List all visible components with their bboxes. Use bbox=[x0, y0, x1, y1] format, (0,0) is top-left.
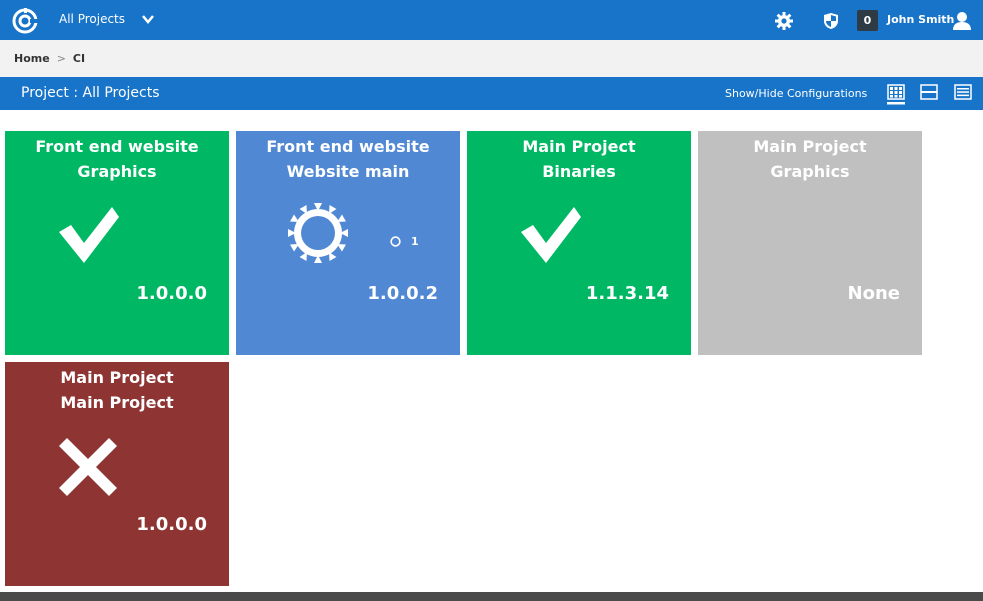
running-gear-icon bbox=[390, 236, 401, 247]
tile-title: Main Project bbox=[60, 368, 174, 387]
building-gear-icon bbox=[288, 203, 348, 263]
tile-version: 1.0.0.0 bbox=[136, 283, 207, 304]
tile-subtitle: Website main bbox=[286, 162, 410, 181]
grid-view-icon[interactable] bbox=[887, 83, 905, 105]
tile-subtitle: Graphics bbox=[770, 162, 850, 181]
row-view-icon[interactable] bbox=[920, 83, 938, 105]
tile-title: Main Project bbox=[522, 137, 636, 156]
username-label[interactable]: John Smith bbox=[887, 13, 954, 26]
notification-count-badge[interactable]: 0 bbox=[857, 10, 878, 31]
breadcrumb-separator: > bbox=[56, 52, 66, 65]
list-view-icon[interactable] bbox=[954, 83, 972, 105]
tile-version: 1.0.0.0 bbox=[136, 514, 207, 535]
tile-subtitle: Graphics bbox=[77, 162, 157, 181]
footer-bar bbox=[0, 592, 983, 601]
logo-icon[interactable] bbox=[11, 8, 39, 34]
chevron-down-icon bbox=[142, 15, 154, 24]
tile-title: Main Project bbox=[753, 137, 867, 156]
checkmark-icon bbox=[59, 207, 119, 263]
cross-icon bbox=[59, 438, 117, 496]
shield-icon[interactable] bbox=[823, 12, 839, 30]
running-count: 1 bbox=[411, 235, 419, 248]
breadcrumb-home-link[interactable]: Home bbox=[14, 52, 50, 65]
show-hide-configurations-link[interactable]: Show/Hide Configurations bbox=[725, 87, 867, 100]
tile-subtitle: Main Project bbox=[60, 393, 174, 412]
checkmark-icon bbox=[521, 207, 581, 263]
tile-title: Front end website bbox=[266, 137, 430, 156]
gear-icon[interactable] bbox=[775, 12, 793, 30]
tile-version: 1.0.0.2 bbox=[367, 283, 438, 304]
tile-version: None bbox=[847, 283, 900, 304]
section-header: Project : All Projects Show/Hide Configu… bbox=[0, 77, 983, 110]
top-navbar: All Projects 0 John Smith bbox=[0, 0, 983, 40]
breadcrumb-current[interactable]: CI bbox=[73, 52, 85, 65]
breadcrumb-bar: Home > CI bbox=[0, 40, 983, 77]
breadcrumb: Home > CI bbox=[14, 52, 85, 65]
tile-version: 1.1.3.14 bbox=[585, 283, 669, 304]
tile-subtitle: Binaries bbox=[542, 162, 616, 181]
page-title: Project : All Projects bbox=[21, 85, 160, 101]
project-tile[interactable]: Front end website Graphics 1.0.0.0 bbox=[5, 131, 229, 355]
user-icon[interactable] bbox=[953, 11, 971, 30]
project-tile[interactable]: Main Project Main Project 1.0.0.0 bbox=[5, 362, 229, 586]
project-tile[interactable]: Front end website Website main 1 1.0.0.2 bbox=[236, 131, 460, 355]
project-selector-label: All Projects bbox=[59, 12, 125, 26]
project-tile[interactable]: Main Project Binaries 1.1.3.14 bbox=[467, 131, 691, 355]
project-selector-dropdown[interactable]: All Projects bbox=[59, 12, 155, 26]
project-tile[interactable]: Main Project Graphics None bbox=[698, 131, 922, 355]
tile-title: Front end website bbox=[35, 137, 199, 156]
